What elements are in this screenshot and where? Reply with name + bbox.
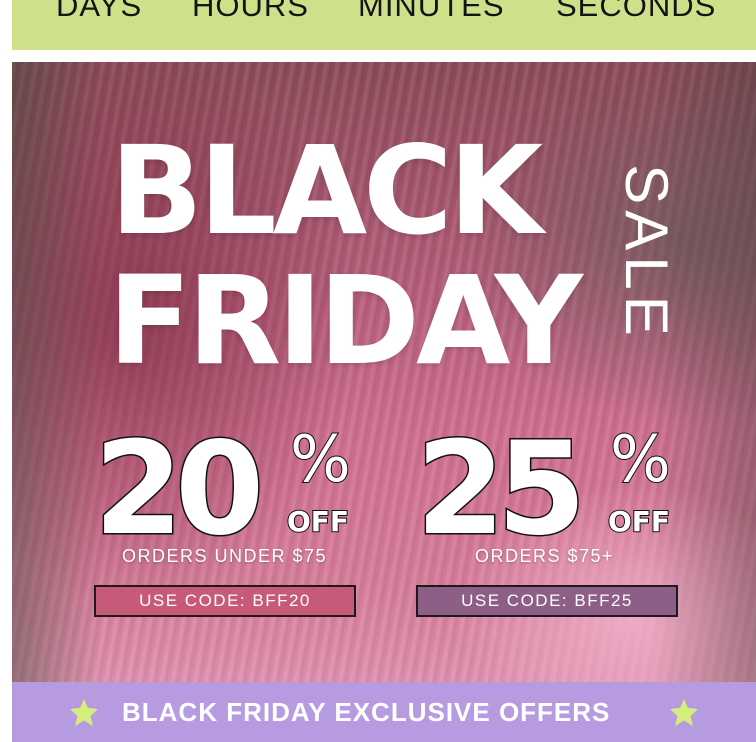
- offer-condition: ORDERS $75+: [475, 546, 615, 566]
- promo-code-text: USE CODE: BFF25: [461, 591, 633, 610]
- promo-code-bff20[interactable]: USE CODE: BFF20: [94, 585, 356, 617]
- offer-percent-value: 25: [414, 415, 587, 564]
- off-label: OFF: [607, 505, 671, 538]
- promo-code-bff25[interactable]: USE CODE: BFF25: [416, 585, 678, 617]
- promo-code-text: USE CODE: BFF20: [139, 591, 311, 610]
- star-icon: [70, 699, 98, 726]
- countdown-days-label: DAYS: [56, 0, 143, 23]
- offer-condition: ORDERS UNDER $75: [122, 546, 328, 566]
- exclusive-offers-banner[interactable]: BLACK FRIDAY EXCLUSIVE OFFERS: [12, 682, 756, 742]
- countdown-seconds-label: SECONDS: [556, 0, 717, 23]
- star-icon: [670, 699, 698, 726]
- offer-percent-value: 20: [92, 415, 265, 564]
- banner-text: BLACK FRIDAY EXCLUSIVE OFFERS: [122, 697, 611, 727]
- percent-symbol: %: [289, 423, 352, 497]
- headline-black: BLACK: [110, 120, 543, 262]
- off-label: OFF: [286, 505, 350, 538]
- countdown-bar: DAYS HOURS MINUTES SECONDS: [12, 0, 756, 50]
- hero-banner[interactable]: BLACK FRIDAY SALE 20 % OFF ORDERS UNDER …: [12, 62, 756, 682]
- countdown-minutes-label: MINUTES: [358, 0, 505, 23]
- headline-friday: FRIDAY: [108, 250, 583, 392]
- percent-symbol: %: [609, 423, 672, 497]
- countdown-hours-label: HOURS: [192, 0, 309, 23]
- sale-label: SALE: [613, 164, 680, 342]
- sale-vertical-text: SALE: [611, 138, 681, 368]
